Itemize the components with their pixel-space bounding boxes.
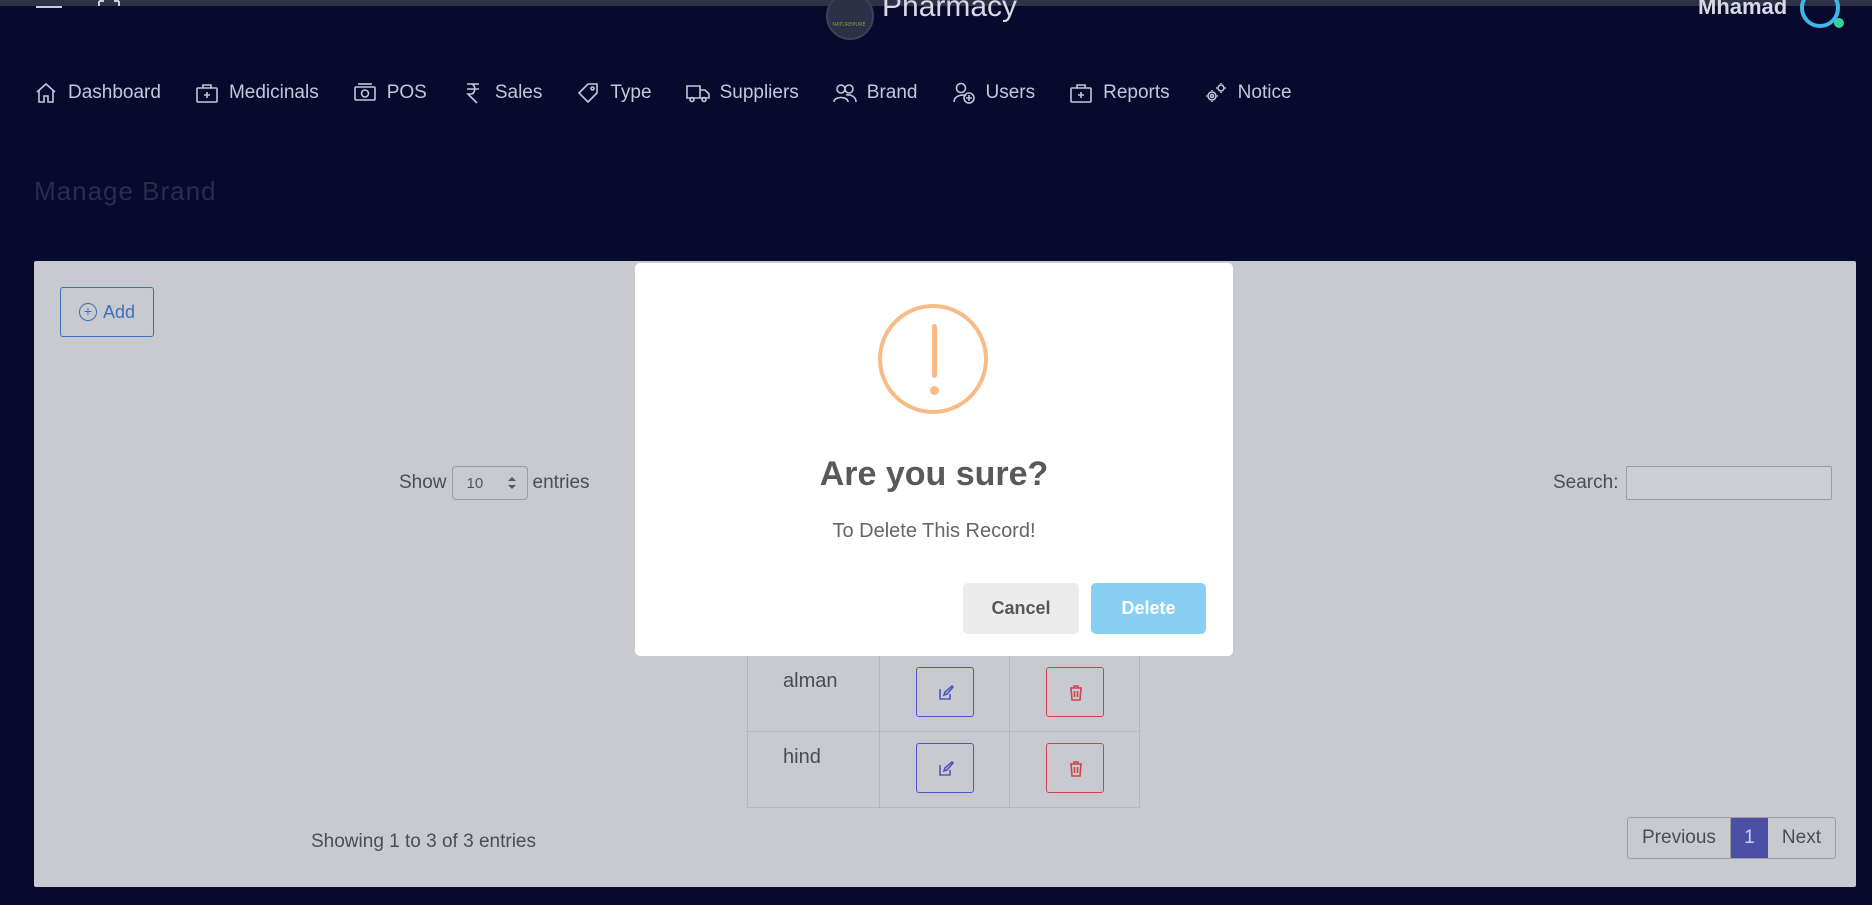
edit-cell (879, 655, 1010, 732)
nav-label: Dashboard (68, 82, 161, 103)
edit-cell (879, 731, 1010, 808)
logo-text: NATUREPURE (832, 22, 866, 28)
edit-button[interactable] (915, 743, 974, 793)
nav-item-notice[interactable]: Notice (1204, 81, 1292, 105)
nav-label: Suppliers (719, 82, 799, 103)
add-button-label: Add (102, 301, 136, 322)
entries-label: entries (532, 472, 590, 493)
medical-bag-icon (1070, 84, 1092, 103)
entries-select-value: 10 (466, 474, 484, 492)
brand-name-cell: hind (747, 731, 880, 808)
nav-label: Sales (494, 82, 543, 103)
online-status-dot (1834, 18, 1844, 28)
menu-icon[interactable] (36, 0, 62, 18)
nav-label: Type (610, 82, 652, 103)
dialog-title: Are you sure? (819, 455, 1049, 493)
nav-item-sales[interactable]: Sales (461, 81, 543, 105)
edit-button[interactable] (915, 667, 974, 717)
page-title: Manage Brand (34, 176, 217, 206)
delete-cell (1009, 731, 1140, 808)
trash-icon (1069, 761, 1082, 777)
delete-row-button[interactable] (1045, 743, 1104, 793)
nav-item-reports[interactable]: Reports (1069, 81, 1170, 105)
cash-icon (353, 83, 376, 101)
plus-circle-icon: + (78, 303, 97, 321)
truck-icon (685, 85, 710, 103)
add-button[interactable]: + Add (60, 287, 154, 337)
table-info: Showing 1 to 3 of 3 entries (311, 831, 536, 852)
sort-arrows-icon (507, 477, 516, 489)
confirm-delete-button[interactable]: Delete (1091, 583, 1206, 634)
gears-icon (1205, 83, 1226, 102)
next-page-button[interactable]: Next (1768, 818, 1835, 858)
top-bar: NATUREPURE Pharmacy Mhamad (0, 0, 1872, 46)
search-control: Search: (1553, 466, 1833, 500)
fullscreen-icon[interactable] (98, 0, 120, 16)
rupee-icon (465, 83, 479, 104)
nav-item-suppliers[interactable]: Suppliers (685, 81, 799, 105)
table-row: alman (747, 655, 1140, 732)
nav-item-type[interactable]: Type (576, 81, 652, 105)
nav-label: POS (386, 82, 427, 103)
warning-icon (878, 304, 988, 414)
nav-label: Brand (866, 82, 918, 103)
app-title: Pharmacy (882, 0, 1018, 23)
tag-icon (578, 83, 599, 104)
show-label: Show (399, 472, 447, 493)
entries-select[interactable]: 10 (451, 466, 528, 500)
logo (826, 0, 874, 40)
previous-page-button[interactable]: Previous (1628, 818, 1731, 858)
table-row: hind (747, 731, 1140, 808)
medical-bag-icon (196, 84, 218, 103)
home-icon (36, 82, 56, 103)
nav-label: Medicinals (228, 82, 319, 103)
nav-item-brand[interactable]: Brand (832, 81, 918, 105)
brand-table: alman hind (747, 655, 1140, 808)
search-input[interactable] (1626, 466, 1833, 500)
pagination: Previous 1 Next (1627, 817, 1836, 859)
cancel-button[interactable]: Cancel (963, 583, 1079, 634)
search-label: Search: (1553, 472, 1619, 493)
nav-label: Users (985, 82, 1036, 103)
nav-item-medicinals[interactable]: Medicinals (195, 81, 319, 105)
nav-label: Reports (1103, 82, 1170, 103)
nav-item-pos[interactable]: POS (353, 81, 427, 105)
brand-name-cell: alman (747, 655, 880, 732)
trash-icon (1069, 685, 1082, 701)
dialog-message: To Delete This Record! (832, 520, 1036, 542)
edit-icon (938, 685, 954, 700)
users-icon (832, 84, 857, 103)
user-name[interactable]: Mhamad (1698, 0, 1787, 20)
nav-label: Notice (1237, 82, 1292, 103)
entries-length-control: Show 10 entries (399, 466, 590, 500)
nav-item-users[interactable]: Users (952, 81, 1036, 105)
page-1-button[interactable]: 1 (1730, 818, 1768, 858)
edit-icon (938, 761, 954, 776)
delete-cell (1009, 655, 1140, 732)
user-add-icon (952, 82, 975, 104)
delete-row-button[interactable] (1045, 667, 1104, 717)
main-nav: Dashboard Medicinals POS Sales Type Supp… (34, 76, 1326, 110)
nav-item-dashboard[interactable]: Dashboard (34, 81, 161, 105)
